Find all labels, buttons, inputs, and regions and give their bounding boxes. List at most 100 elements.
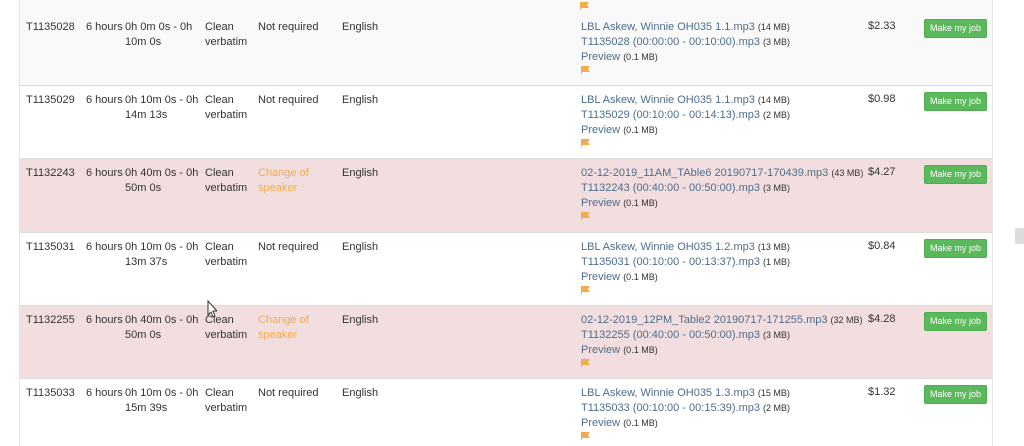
make-my-job-button[interactable]: Make my job <box>924 239 988 258</box>
file-list: LBL Askew, Winnie OH035 1.1.mp3 (14 MB) … <box>581 20 881 78</box>
source-file-name: LBL Askew, Winnie OH035 1.1.mp3 <box>581 21 755 33</box>
make-my-job-button[interactable]: Make my job <box>924 92 988 111</box>
segment-file-name: T1132243 (00:40:00 - 00:50:00).mp3 <box>581 182 760 194</box>
speaker-requirement: Change of speaker <box>258 167 309 194</box>
previous-row-edge <box>20 0 992 14</box>
action-cell: Make my job <box>924 312 988 331</box>
source-file-size: (14 MB) <box>757 22 790 32</box>
job-id: T1132255 <box>26 314 75 326</box>
preview-label: Preview <box>581 124 621 136</box>
segment-file-name: T1135033 (00:10:00 - 00:15:39).mp3 <box>581 402 760 414</box>
preview-size: (0.1 MB) <box>623 345 658 355</box>
time-range: 0h 10m 0s - 0h 13m 37s <box>125 241 199 268</box>
source-file-link[interactable]: LBL Askew, Winnie OH035 1.3.mp3 (15 MB) <box>581 386 881 401</box>
preview-link[interactable]: Preview (0.1 MB) <box>581 416 881 431</box>
preview-link[interactable]: Preview (0.1 MB) <box>581 343 881 358</box>
scrollbar-thumb[interactable] <box>1015 228 1024 244</box>
language: English <box>342 94 379 106</box>
preview-link[interactable]: Preview (0.1 MB) <box>581 270 881 285</box>
price: $4.28 <box>868 313 896 325</box>
make-my-job-button[interactable]: Make my job <box>924 312 988 331</box>
job-id: T1132243 <box>26 167 75 179</box>
flag-icon[interactable] <box>581 432 881 444</box>
segment-file-name: T1132255 (00:40:00 - 00:50:00).mp3 <box>581 329 760 341</box>
language: English <box>342 241 379 253</box>
segment-file-size: (3 MB) <box>763 183 791 193</box>
table-row: T1132243 6 hours 0h 40m 0s - 0h 50m 0s C… <box>20 159 992 233</box>
source-file-name: 02-12-2019_12PM_Table2 20190717-171255.m… <box>581 314 828 326</box>
make-my-job-button[interactable]: Make my job <box>924 385 988 404</box>
source-file-link[interactable]: LBL Askew, Winnie OH035 1.2.mp3 (13 MB) <box>581 240 881 255</box>
time-range: 0h 40m 0s - 0h 50m 0s <box>125 167 199 194</box>
action-cell: Make my job <box>924 92 988 111</box>
preview-size: (0.1 MB) <box>623 418 658 428</box>
file-list: 02-12-2019_12PM_Table2 20190717-171255.m… <box>581 313 881 371</box>
file-list: LBL Askew, Winnie OH035 1.3.mp3 (15 MB) … <box>581 386 881 444</box>
action-cell: Make my job <box>924 19 988 38</box>
source-file-name: LBL Askew, Winnie OH035 1.2.mp3 <box>581 241 755 253</box>
source-file-size: (13 MB) <box>757 242 790 252</box>
source-file-name: LBL Askew, Winnie OH035 1.1.mp3 <box>581 94 755 106</box>
table-row: T1135031 6 hours 0h 10m 0s - 0h 13m 37s … <box>20 233 992 306</box>
preview-size: (0.1 MB) <box>623 272 658 282</box>
price: $0.84 <box>868 240 896 252</box>
segment-file-link[interactable]: T1135029 (00:10:00 - 00:14:13).mp3 (2 MB… <box>581 108 881 123</box>
make-my-job-button[interactable]: Make my job <box>924 165 988 184</box>
preview-label: Preview <box>581 51 621 63</box>
make-my-job-button[interactable]: Make my job <box>924 19 988 38</box>
segment-file-name: T1135031 (00:10:00 - 00:13:37).mp3 <box>581 256 760 268</box>
jobs-table: T1135028 6 hours 0h 0m 0s - 0h 10m 0s Cl… <box>19 0 993 446</box>
time-range: 0h 10m 0s - 0h 14m 13s <box>125 94 199 121</box>
turnaround-hours: 6 hours <box>86 94 123 106</box>
transcription-style: Clean verbatim <box>205 167 248 194</box>
source-file-link[interactable]: LBL Askew, Winnie OH035 1.1.mp3 (14 MB) <box>581 93 881 108</box>
preview-link[interactable]: Preview (0.1 MB) <box>581 196 881 211</box>
segment-file-link[interactable]: T1135028 (00:00:00 - 00:10:00).mp3 (3 MB… <box>581 35 881 50</box>
source-file-link[interactable]: 02-12-2019_12PM_Table2 20190717-171255.m… <box>581 313 881 328</box>
time-range: 0h 10m 0s - 0h 15m 39s <box>125 387 199 414</box>
flag-icon[interactable] <box>581 286 881 298</box>
source-file-size: (15 MB) <box>757 388 790 398</box>
flag-icon[interactable] <box>581 66 881 78</box>
time-range: 0h 0m 0s - 0h 10m 0s <box>125 21 193 48</box>
preview-link[interactable]: Preview (0.1 MB) <box>581 50 881 65</box>
segment-file-link[interactable]: T1132243 (00:40:00 - 00:50:00).mp3 (3 MB… <box>581 181 881 196</box>
source-file-link[interactable]: LBL Askew, Winnie OH035 1.1.mp3 (14 MB) <box>581 20 881 35</box>
source-file-name: LBL Askew, Winnie OH035 1.3.mp3 <box>581 387 755 399</box>
speaker-requirement: Not required <box>258 387 319 399</box>
flag-icon[interactable] <box>581 139 881 151</box>
flag-icon[interactable] <box>581 359 881 371</box>
turnaround-hours: 6 hours <box>86 21 123 33</box>
preview-size: (0.1 MB) <box>623 125 658 135</box>
speaker-requirement: Not required <box>258 241 319 253</box>
time-range: 0h 40m 0s - 0h 50m 0s <box>125 314 199 341</box>
preview-label: Preview <box>581 271 621 283</box>
price: $1.32 <box>868 386 896 398</box>
source-file-size: (14 MB) <box>757 95 790 105</box>
flag-icon[interactable] <box>580 1 589 13</box>
transcription-style: Clean verbatim <box>205 241 248 268</box>
segment-file-size: (2 MB) <box>763 110 791 120</box>
job-id: T1135028 <box>26 21 75 33</box>
turnaround-hours: 6 hours <box>86 241 123 253</box>
source-file-size: (32 MB) <box>830 315 863 325</box>
language: English <box>342 21 379 33</box>
speaker-requirement: Change of speaker <box>258 314 309 341</box>
action-cell: Make my job <box>924 165 988 184</box>
job-id: T1135031 <box>26 241 75 253</box>
price: $2.33 <box>868 20 896 32</box>
speaker-requirement: Not required <box>258 94 319 106</box>
segment-file-name: T1135029 (00:10:00 - 00:14:13).mp3 <box>581 109 760 121</box>
language: English <box>342 387 379 399</box>
segment-file-link[interactable]: T1135031 (00:10:00 - 00:13:37).mp3 (1 MB… <box>581 255 881 270</box>
segment-file-link[interactable]: T1132255 (00:40:00 - 00:50:00).mp3 (3 MB… <box>581 328 881 343</box>
preview-link[interactable]: Preview (0.1 MB) <box>581 123 881 138</box>
segment-file-size: (2 MB) <box>763 403 791 413</box>
preview-size: (0.1 MB) <box>623 198 658 208</box>
table-row: T1135029 6 hours 0h 10m 0s - 0h 14m 13s … <box>20 86 992 159</box>
transcription-style: Clean verbatim <box>205 387 248 414</box>
segment-file-link[interactable]: T1135033 (00:10:00 - 00:15:39).mp3 (2 MB… <box>581 401 881 416</box>
flag-icon[interactable] <box>581 212 881 224</box>
source-file-link[interactable]: 02-12-2019_11AM_TAble6 20190717-170439.m… <box>581 166 881 181</box>
language: English <box>342 314 379 326</box>
